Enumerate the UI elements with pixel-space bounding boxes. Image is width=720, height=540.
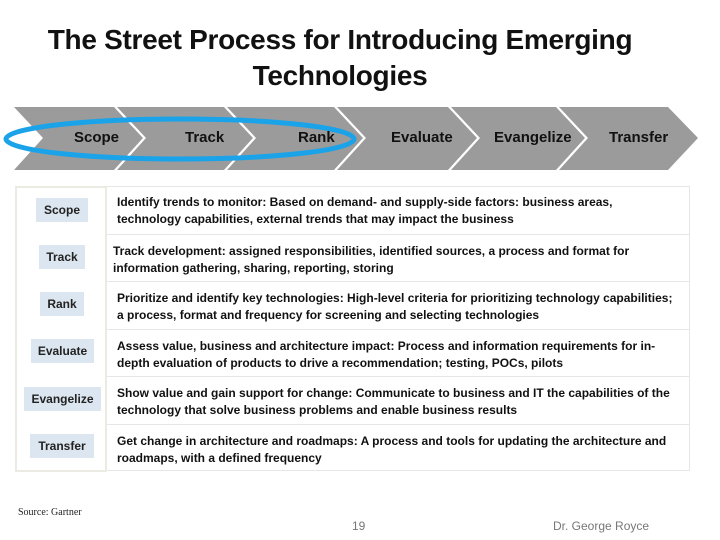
step-label-rank: Rank (298, 129, 335, 146)
detail-row-evangelize: Show value and gain support for change: … (107, 376, 690, 424)
tag-transfer: Transfer (30, 434, 94, 458)
detail-description: Get change in architecture and roadmaps:… (117, 434, 667, 465)
page-number: 19 (352, 519, 366, 533)
detail-row-track: Track development: assigned responsibili… (107, 234, 690, 282)
source-note: Source: Gartner (18, 507, 82, 518)
tag-scope: Scope (36, 198, 88, 222)
step-name-column (15, 186, 107, 472)
step-label-track: Track (185, 129, 225, 146)
step-label-evangelize: Evangelize (494, 129, 572, 146)
detail-row-scope: Identify trends to monitor: Based on dem… (107, 186, 690, 234)
detail-description: Show value and gain support for change: … (117, 386, 670, 417)
tag-track: Track (39, 245, 85, 269)
detail-description: Track development: assigned responsibili… (113, 244, 630, 275)
detail-row-evaluate: Assess value, business and architecture … (107, 329, 690, 377)
tag-evaluate: Evaluate (31, 339, 94, 363)
detail-description: Prioritize and identify key technologies… (117, 291, 673, 322)
detail-description: Assess value, business and architecture … (117, 339, 656, 370)
tag-rank: Rank (40, 292, 84, 316)
author: Dr. George Royce (553, 519, 650, 533)
detail-description: Identify trends to monitor: Based on dem… (117, 195, 613, 226)
slide-title: The Street Process for Introducing Emerg… (47, 24, 633, 91)
step-label-transfer: Transfer (609, 129, 669, 146)
detail-row-rank: Prioritize and identify key technologies… (107, 281, 690, 329)
step-label-scope: Scope (74, 129, 120, 146)
step-label-evaluate: Evaluate (391, 129, 453, 146)
detail-row-transfer: Get change in architecture and roadmaps:… (107, 424, 690, 472)
tag-evangelize: Evangelize (24, 387, 101, 411)
